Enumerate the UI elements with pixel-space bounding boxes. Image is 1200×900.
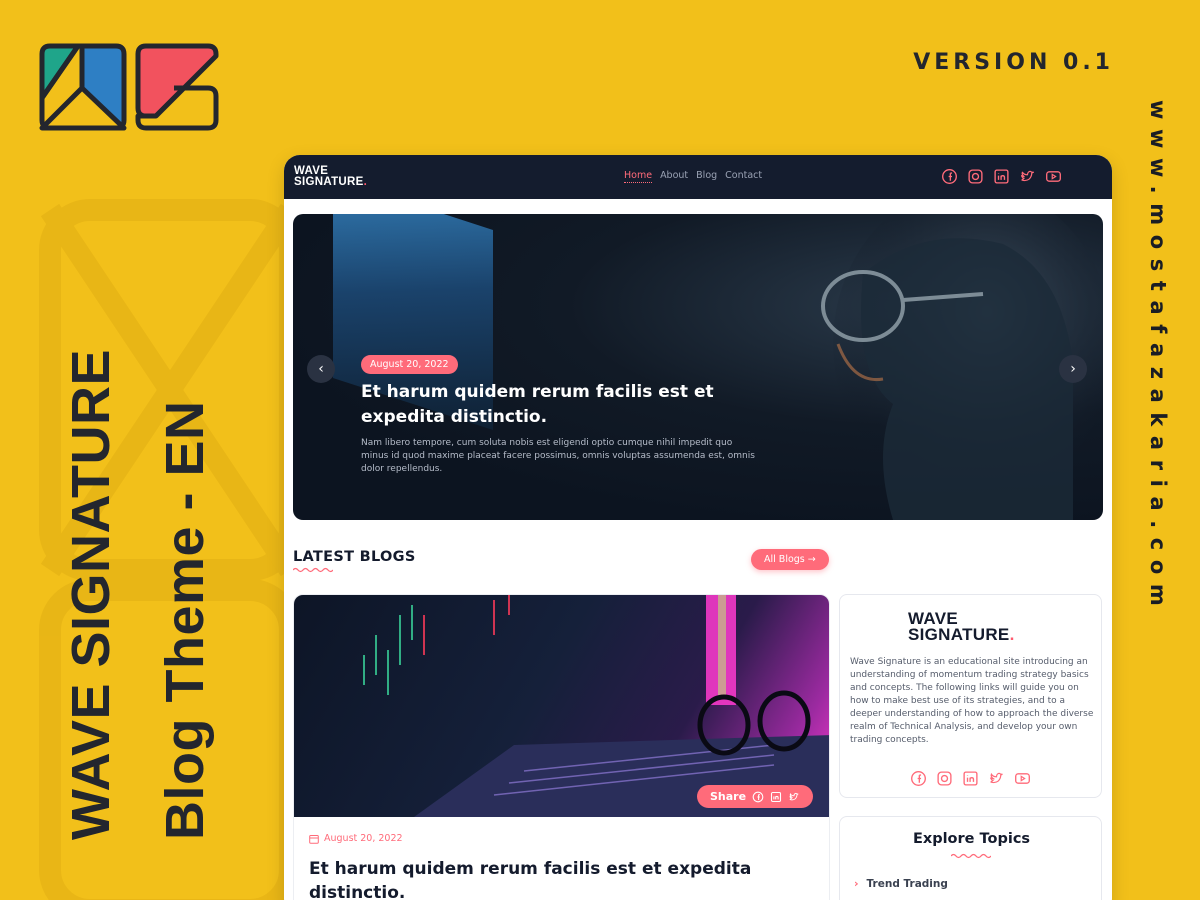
topics-heading: Explore Topics xyxy=(912,831,1031,847)
about-brand-line2: SIGNATURE xyxy=(908,625,1010,644)
brand-dot: . xyxy=(363,176,368,188)
twitter-icon[interactable] xyxy=(988,770,1005,787)
site-navbar: WAVE SIGNATURE. Home About Blog Contact xyxy=(284,155,1112,199)
nav-contact[interactable]: Contact xyxy=(725,170,762,183)
youtube-icon[interactable] xyxy=(1045,168,1062,185)
linkedin-icon[interactable] xyxy=(993,168,1010,185)
theme-title-line2: Blog Theme - EN xyxy=(155,400,215,840)
facebook-icon[interactable] xyxy=(752,791,764,803)
latest-blogs-heading: LATEST BLOGS xyxy=(293,549,416,565)
hero-next-button[interactable]: › xyxy=(1059,355,1087,383)
instagram-icon[interactable] xyxy=(936,770,953,787)
share-label: Share xyxy=(710,790,747,803)
chevron-right-icon: › xyxy=(854,877,859,890)
about-description: Wave Signature is an educational site in… xyxy=(850,657,1094,745)
nav-home[interactable]: Home xyxy=(624,170,653,183)
twitter-icon[interactable] xyxy=(1019,168,1036,185)
brand-logo xyxy=(39,43,219,131)
nav-menu: Home About Blog Contact xyxy=(624,170,762,183)
about-brand-dot: . xyxy=(1009,625,1015,644)
blog-card-date-text: August 20, 2022 xyxy=(324,833,403,844)
instagram-icon[interactable] xyxy=(967,168,984,185)
calendar-icon xyxy=(309,834,319,844)
website-url: www.mostafazakaria.com xyxy=(1146,100,1170,616)
all-blogs-button[interactable]: All Blogs → xyxy=(751,549,829,570)
brand-line2: SIGNATURE xyxy=(294,176,364,188)
topic-item-label: Trend Trading xyxy=(866,877,948,890)
blog-card: Share August 20, 2022 Et harum quidem re… xyxy=(293,594,830,900)
blog-card-title[interactable]: Et harum quidem rerum facilis est et exp… xyxy=(309,857,809,900)
linkedin-icon[interactable] xyxy=(770,791,782,803)
linkedin-icon[interactable] xyxy=(962,770,979,787)
heading-wave-decoration xyxy=(951,853,991,859)
blog-card-image[interactable] xyxy=(294,595,829,817)
site-brand[interactable]: WAVE SIGNATURE. xyxy=(294,165,368,188)
theme-title: WAVE SIGNATURE Blog Theme - EN xyxy=(55,270,225,840)
hero-title[interactable]: Et harum quidem rerum facilis est et exp… xyxy=(361,380,761,430)
nav-social-links xyxy=(941,168,1062,185)
facebook-icon[interactable] xyxy=(910,770,927,787)
topics-widget: Explore Topics › Trend Trading xyxy=(839,816,1102,900)
version-label: VERSION 0.1 xyxy=(913,50,1114,75)
hero-prev-button[interactable]: ‹ xyxy=(307,355,335,383)
youtube-icon[interactable] xyxy=(1014,770,1031,787)
twitter-icon[interactable] xyxy=(788,791,800,803)
hero-slider: ‹ › August 20, 2022 Et harum quidem reru… xyxy=(293,214,1103,520)
site-preview: WAVE SIGNATURE. Home About Blog Contact xyxy=(284,155,1112,900)
hero-date-badge: August 20, 2022 xyxy=(361,355,458,374)
nav-about[interactable]: About xyxy=(660,170,688,183)
facebook-icon[interactable] xyxy=(941,168,958,185)
heading-wave-decoration xyxy=(293,567,333,573)
hero-excerpt: Nam libero tempore, cum soluta nobis est… xyxy=(361,438,755,474)
about-widget: WAVE SIGNATURE. Wave Signature is an edu… xyxy=(839,594,1102,798)
nav-blog[interactable]: Blog xyxy=(696,170,717,183)
about-social-links xyxy=(910,770,1031,787)
hero-image-person xyxy=(821,214,1103,520)
blog-card-date: August 20, 2022 xyxy=(309,833,403,844)
about-brand: WAVE SIGNATURE. xyxy=(908,610,1015,644)
topic-item[interactable]: › Trend Trading xyxy=(854,877,948,890)
share-button[interactable]: Share xyxy=(697,785,814,808)
theme-title-line1: WAVE SIGNATURE xyxy=(61,348,121,840)
